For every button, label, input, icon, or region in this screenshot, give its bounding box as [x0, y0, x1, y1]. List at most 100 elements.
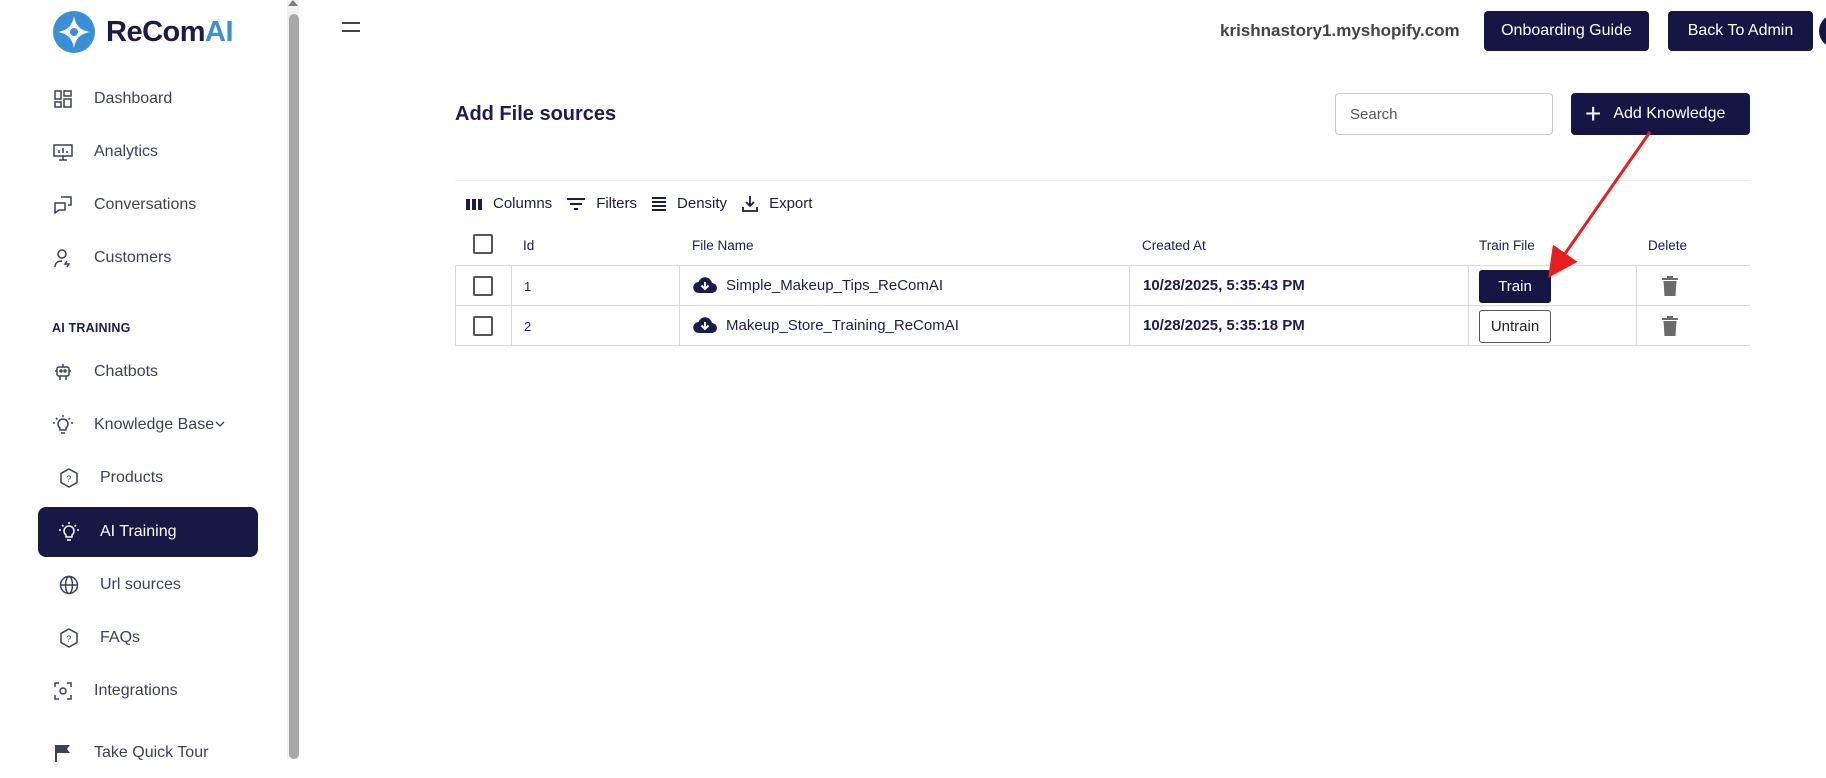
cell-divider [455, 266, 456, 305]
cell-divider [679, 266, 680, 305]
dashboard-icon [52, 88, 74, 110]
grid-toolbar: Columns Filters Density Export [455, 180, 1750, 226]
export-label: Export [769, 195, 813, 212]
hamburger-icon [342, 22, 360, 24]
cell-divider [1468, 306, 1469, 345]
sidebar-item-analytics[interactable]: Analytics [38, 127, 258, 177]
sidebar-item-conversations[interactable]: Conversations [38, 180, 258, 230]
hamburger-icon-line [342, 30, 360, 32]
density-label: Density [677, 195, 728, 212]
density-button[interactable]: Density [651, 195, 727, 212]
export-icon [741, 195, 759, 213]
robot-icon [52, 361, 74, 383]
sidebar-item-label: Dashboard [94, 90, 173, 107]
plus-icon: + [1585, 98, 1602, 129]
select-all-checkbox[interactable] [473, 234, 493, 254]
untrain-button[interactable]: Untrain [1479, 310, 1551, 343]
table-row: 2 Makeup_Store_Training_ReComAI 10/28/20… [455, 305, 1750, 346]
sidebar-item-knowledge-base[interactable]: Knowledge Base [38, 400, 258, 450]
flag-icon [52, 742, 74, 764]
columns-icon [465, 196, 483, 212]
brand-name: ReComAI [106, 15, 234, 48]
row-checkbox[interactable] [473, 316, 493, 336]
row-id: 2 [524, 319, 532, 334]
page-title: Add File sources [455, 103, 617, 125]
filters-label: Filters [596, 195, 638, 212]
cell-divider [1636, 306, 1637, 345]
help-hexagon-icon: ? [58, 627, 80, 649]
row-checkbox[interactable] [473, 276, 493, 296]
cell-divider [455, 306, 456, 345]
sidebar-item-label: FAQs [100, 629, 141, 646]
sidebar-item-label: Customers [94, 249, 172, 266]
sidebar-item-label: Url sources [100, 576, 181, 593]
sidebar-item-url-sources[interactable]: Url sources [44, 560, 264, 610]
cell-divider [1636, 266, 1637, 305]
add-knowledge-button[interactable]: + Add Knowledge [1571, 93, 1750, 135]
sidebar-item-chatbots[interactable]: Chatbots [38, 347, 258, 397]
search-input[interactable] [1335, 93, 1553, 135]
section-label-ai-training: AI TRAINING [52, 321, 131, 335]
trash-icon[interactable] [1661, 275, 1679, 301]
globe-icon [58, 574, 80, 596]
onboarding-guide-button[interactable]: Onboarding Guide [1484, 11, 1649, 51]
file-name-link[interactable]: Simple_Makeup_Tips_ReComAI [726, 277, 943, 294]
store-domain: krishnastory1.myshopify.com [1220, 21, 1460, 40]
sidebar-item-label: Products [100, 469, 164, 486]
sidebar-item-dashboard[interactable]: Dashboard [38, 74, 258, 124]
columns-button[interactable]: Columns [465, 195, 552, 212]
lightbulb-icon [52, 414, 74, 436]
density-icon [651, 196, 667, 212]
cell-divider [1129, 306, 1130, 345]
created-at-value: 10/28/2025, 5:35:43 PM [1143, 277, 1305, 294]
sidebar-item-label: Analytics [94, 143, 159, 160]
integrations-icon [52, 680, 74, 702]
trash-icon[interactable] [1661, 315, 1679, 341]
brand-logo[interactable]: ReComAI [52, 10, 234, 54]
back-to-admin-button[interactable]: Back To Admin [1668, 11, 1813, 51]
column-header-id[interactable]: Id [523, 238, 534, 253]
column-header-delete[interactable]: Delete [1648, 238, 1687, 253]
scroll-up-icon[interactable] [288, 0, 298, 6]
column-header-train-file[interactable]: Train File [1479, 238, 1535, 253]
cell-divider [511, 306, 512, 345]
cell-divider [511, 266, 512, 305]
filters-button[interactable]: Filters [566, 195, 637, 212]
table-header: Id File Name Created At Train File Delet… [455, 228, 1750, 264]
cell-divider [679, 306, 680, 345]
train-button[interactable]: Train [1479, 270, 1551, 303]
sidebar-item-integrations[interactable]: Integrations [38, 666, 258, 716]
sidebar: ReComAI Dashboard Analytics Conversation… [0, 0, 290, 762]
created-at-value: 10/28/2025, 5:35:18 PM [1143, 317, 1305, 334]
export-button[interactable]: Export [741, 195, 812, 213]
menu-toggle-button[interactable] [342, 22, 360, 38]
cell-divider [1129, 266, 1130, 305]
sidebar-item-take-quick-tour[interactable]: Take Quick Tour [38, 728, 258, 778]
cloud-download-icon[interactable] [693, 276, 717, 298]
svg-text:?: ? [66, 474, 71, 484]
cell-divider [1468, 266, 1469, 305]
sidebar-scroll-thumb[interactable] [289, 14, 299, 759]
table-row: 1 Simple_Makeup_Tips_ReComAI 10/28/2025,… [455, 265, 1750, 306]
file-name-link[interactable]: Makeup_Store_Training_ReComAI [726, 317, 959, 334]
sidebar-item-customers[interactable]: Customers [38, 233, 258, 283]
conversations-icon [52, 194, 74, 216]
chevron-down-icon[interactable] [215, 416, 225, 434]
sidebar-item-label: Knowledge Base [94, 416, 215, 433]
help-hexagon-icon: ? [58, 467, 80, 489]
filter-icon [566, 196, 586, 212]
sidebar-item-label: Integrations [94, 682, 178, 699]
lightbulb-icon [58, 521, 80, 543]
column-header-created-at[interactable]: Created At [1142, 238, 1206, 253]
add-knowledge-label: Add Knowledge [1613, 105, 1726, 122]
recomai-logo-icon [53, 11, 95, 53]
sidebar-item-label: AI Training [100, 523, 177, 540]
analytics-icon [52, 141, 74, 163]
cloud-download-icon[interactable] [693, 316, 717, 338]
sidebar-item-products[interactable]: ? Products [44, 453, 264, 503]
avatar[interactable] [1819, 14, 1826, 48]
column-header-file-name[interactable]: File Name [692, 238, 754, 253]
sidebar-item-ai-training[interactable]: AI Training [38, 507, 258, 557]
sidebar-item-faqs[interactable]: ? FAQs [44, 613, 264, 663]
customers-icon [52, 247, 74, 269]
